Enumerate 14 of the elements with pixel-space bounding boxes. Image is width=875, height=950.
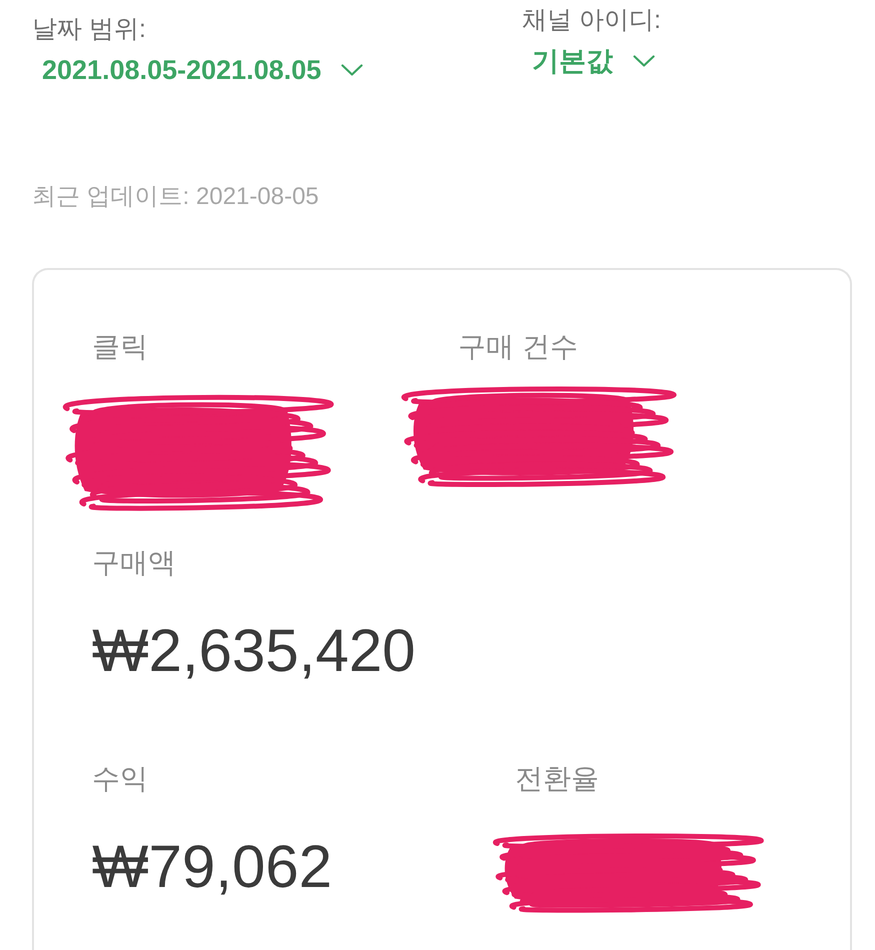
filter-dropdown[interactable]: 기본값 xyxy=(532,41,655,81)
metric-label: 구매 건수 xyxy=(458,330,578,364)
metric-value: ₩2,635,420 xyxy=(92,616,416,686)
metric-label: 클릭 xyxy=(92,330,148,364)
filter-label: 채널 아이디: xyxy=(522,5,661,36)
metric-label: 전환율 xyxy=(515,762,599,796)
metric-label: 구매액 xyxy=(92,546,176,580)
last-updated-text: 최근 업데이트: 2021-08-05 xyxy=(32,182,320,212)
chevron-down-icon xyxy=(633,55,655,67)
metric-value: ₩79,062 xyxy=(92,832,332,902)
filter-label: 날짜 범위: xyxy=(32,14,146,45)
metric-label: 수익 xyxy=(92,762,148,796)
chevron-down-icon xyxy=(341,64,364,76)
filter-dropdown[interactable]: 2021.08.05-2021.08.05 xyxy=(42,50,364,90)
